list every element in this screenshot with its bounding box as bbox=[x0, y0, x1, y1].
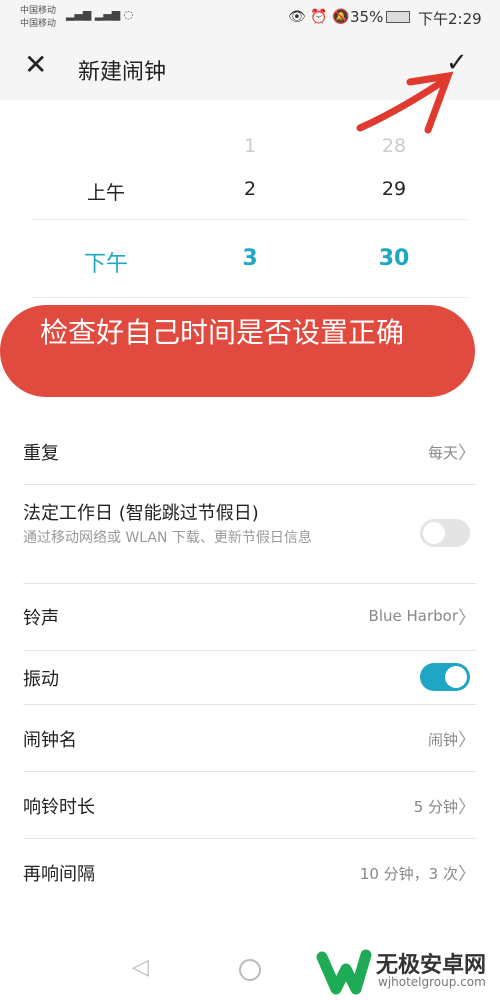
picker-divider bbox=[33, 297, 467, 298]
workday-toggle[interactable] bbox=[420, 519, 470, 547]
picker-divider bbox=[33, 219, 467, 220]
annotation-arrow bbox=[356, 71, 454, 134]
workday-label: 法定工作日 (智能跳过节假日) bbox=[23, 503, 259, 524]
battery-percent: 35% bbox=[350, 8, 384, 26]
hour-option[interactable]: 1 bbox=[210, 135, 290, 157]
minute-option[interactable]: 28 bbox=[354, 135, 434, 157]
duration-value: 5 分钟 bbox=[413, 798, 458, 816]
workday-desc: 通过移动网络或 WLAN 下载、更新节假日信息 bbox=[23, 530, 312, 546]
ringtone-row[interactable]: 铃声 Blue Harbor 〉 bbox=[0, 584, 500, 650]
ringtone-label: 铃声 bbox=[23, 608, 59, 629]
vibrate-row[interactable]: 振动 bbox=[0, 651, 500, 704]
hour-option[interactable]: 2 bbox=[210, 178, 290, 200]
duration-label: 响铃时长 bbox=[23, 797, 95, 818]
chevron-right-icon: 〉 bbox=[458, 864, 476, 885]
repeat-row[interactable]: 重复 每天 〉 bbox=[0, 425, 500, 483]
snooze-value: 10 分钟，3 次 bbox=[359, 865, 458, 883]
vibrate-label: 振动 bbox=[23, 669, 59, 690]
home-icon[interactable] bbox=[239, 959, 261, 981]
watermark-logo: 无极安卓网 wjhotelgroup.com bbox=[316, 945, 496, 997]
ampm-option[interactable]: 上午 bbox=[66, 178, 146, 205]
repeat-label: 重复 bbox=[23, 443, 59, 464]
minute-option[interactable]: 29 bbox=[354, 178, 434, 200]
ringtone-value: Blue Harbor bbox=[368, 607, 458, 625]
signal-icon: ▂▄▆ ▂▄▆ ◌ bbox=[66, 8, 134, 21]
battery-icon bbox=[386, 11, 410, 23]
back-icon[interactable]: ◁ bbox=[132, 955, 149, 980]
name-row[interactable]: 闹钟名 闹钟 〉 bbox=[0, 705, 500, 771]
vibrate-toggle[interactable] bbox=[420, 663, 470, 691]
minute-selected[interactable]: 30 bbox=[354, 246, 434, 271]
close-icon[interactable]: ✕ bbox=[24, 48, 47, 81]
snooze-label: 再响间隔 bbox=[23, 864, 95, 885]
workday-row[interactable]: 法定工作日 (智能跳过节假日) 通过移动网络或 WLAN 下载、更新节假日信息 bbox=[0, 485, 500, 583]
carrier-2: 中国移动 bbox=[20, 19, 57, 29]
carrier-1: 中国移动 bbox=[20, 6, 57, 16]
name-value: 闹钟 bbox=[427, 731, 458, 749]
chevron-right-icon: 〉 bbox=[458, 730, 476, 751]
status-icons: 👁 ⏰ 🔕 bbox=[288, 9, 350, 25]
chevron-right-icon: 〉 bbox=[458, 797, 476, 818]
ampm-selected[interactable]: 下午 bbox=[66, 246, 146, 278]
status-bar: 中国移动 中国移动 ▂▄▆ ▂▄▆ ◌ 👁 ⏰ 🔕 35% 下午2:29 bbox=[0, 0, 500, 38]
duration-row[interactable]: 响铃时长 5 分钟 〉 bbox=[0, 772, 500, 838]
snooze-row[interactable]: 再响间隔 10 分钟，3 次 〉 bbox=[0, 839, 500, 905]
page-title: 新建闹钟 bbox=[78, 60, 167, 85]
chevron-right-icon: 〉 bbox=[458, 443, 476, 464]
clock: 下午2:29 bbox=[418, 10, 482, 28]
name-label: 闹钟名 bbox=[23, 730, 77, 751]
hour-selected[interactable]: 3 bbox=[210, 246, 290, 271]
repeat-value: 每天 bbox=[427, 444, 458, 462]
chevron-right-icon: 〉 bbox=[458, 608, 476, 629]
annotation-callout: 检查好自己时间是否设置正确 bbox=[0, 305, 475, 397]
